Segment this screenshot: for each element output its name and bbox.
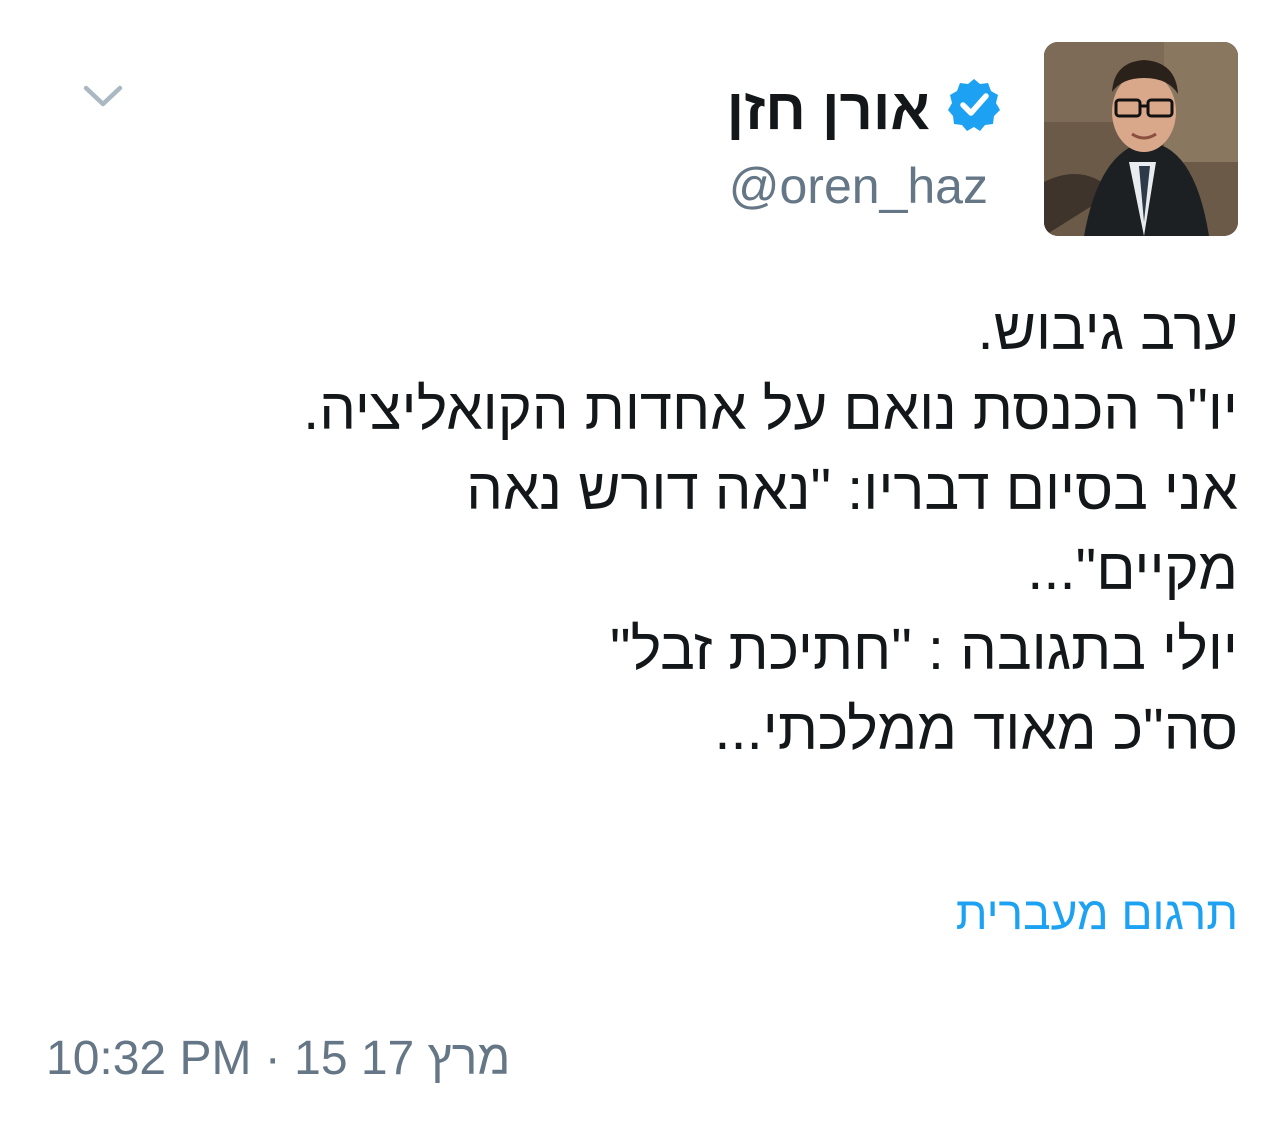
author-handle[interactable]: @oren_haz	[729, 154, 988, 218]
tweet-text-line: יו"ר הכנסת נואם על אחדות הקואליציה.	[303, 377, 1238, 442]
tweet-text-line: יולי בתגובה : "חתיכת זבל"	[609, 617, 1238, 682]
chevron-down-icon[interactable]	[80, 78, 126, 114]
timestamp-separator: ·	[264, 1032, 281, 1085]
translate-tweet-link[interactable]: תרגום מעברית	[956, 878, 1238, 948]
author-display-name[interactable]: אורן חזן	[727, 70, 930, 150]
tweet-text-line: מקיים"...	[1027, 537, 1238, 602]
tweet-time: 10:32 PM	[46, 1032, 252, 1085]
tweet-text-line: סה"כ מאוד ממלכתי...	[714, 697, 1238, 762]
tweet-date: מרץ 17 15	[294, 1032, 511, 1085]
tweet-body: ערב גיבוש. יו"ר הכנסת נואם על אחדות הקוא…	[58, 290, 1238, 770]
tweet-timestamp[interactable]: 10:32 PM · מרץ 17 15	[46, 1026, 510, 1092]
tweet-text-line: ערב גיבוש.	[977, 297, 1238, 362]
tweet-text-line: אני בסיום דבריו: "נאה דורש נאה	[466, 457, 1238, 522]
tweet-card: אורן חזן @oren_haz ערב גיבוש. יו"ר הכנסת…	[0, 0, 1280, 1123]
author-avatar[interactable]	[1044, 42, 1238, 236]
verified-badge-icon	[948, 79, 1000, 131]
